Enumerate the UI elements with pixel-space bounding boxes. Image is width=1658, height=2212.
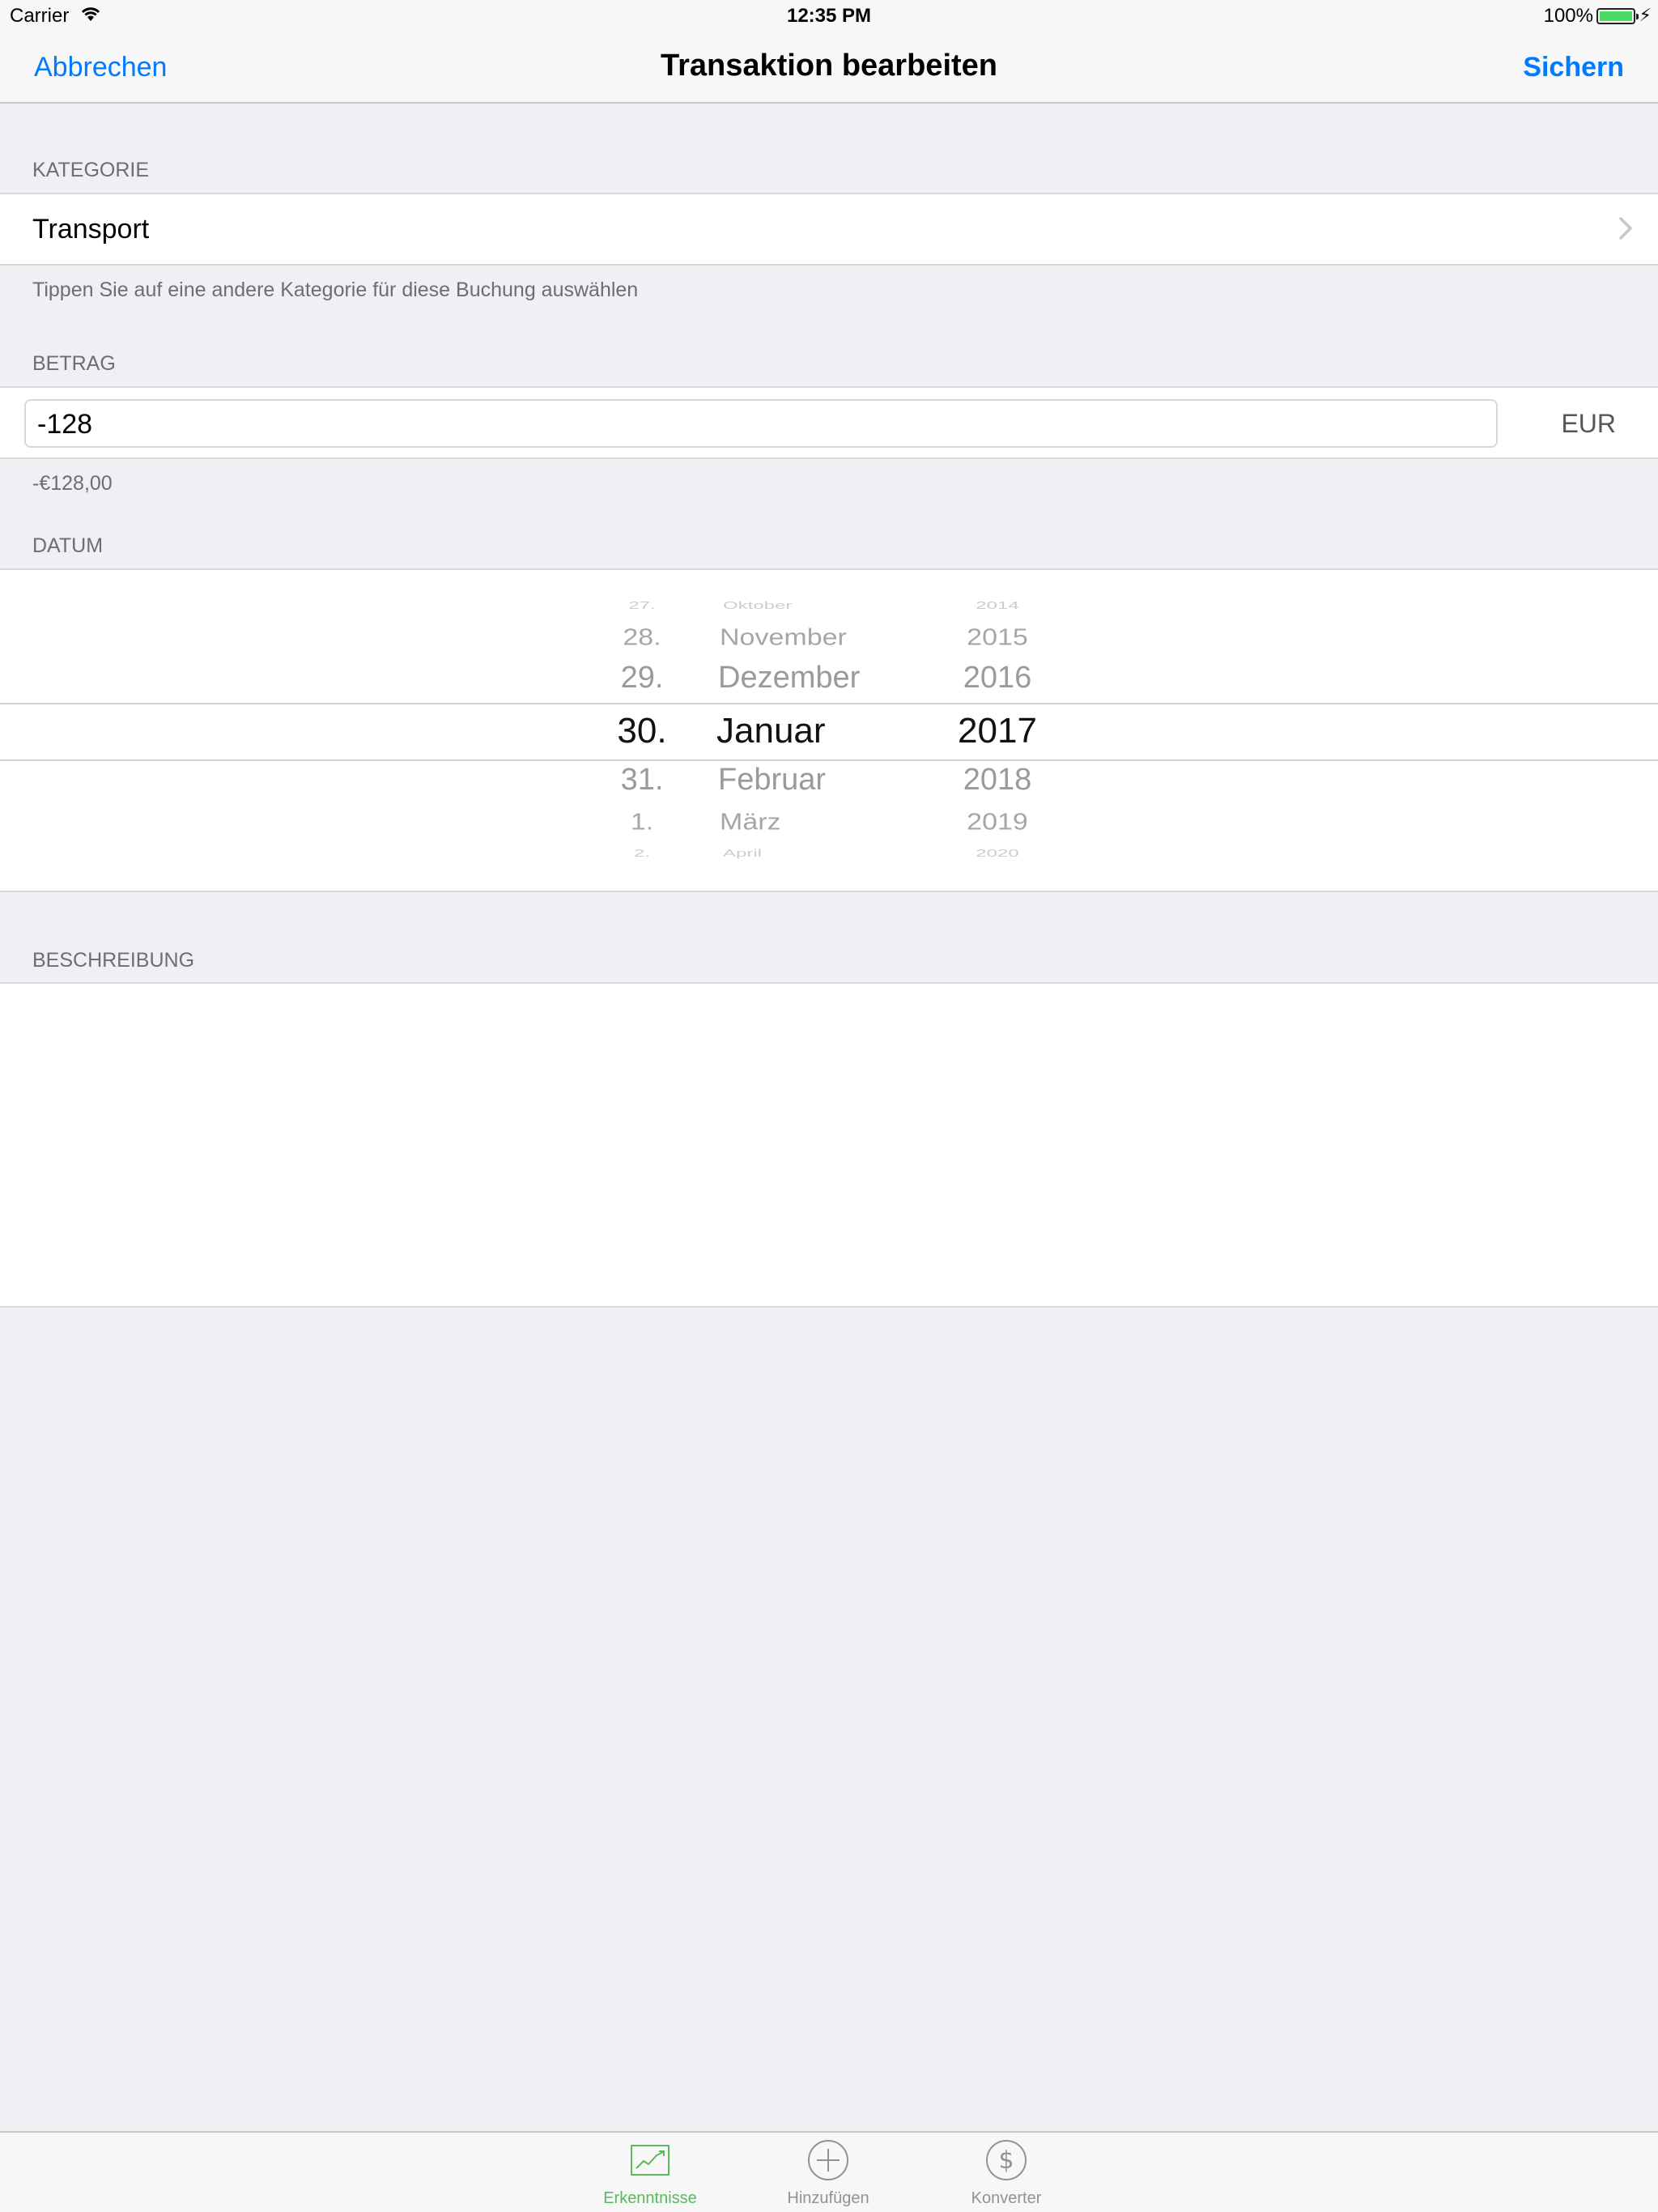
year-option[interactable]: 2016 <box>949 661 1046 696</box>
day-selected[interactable]: 30. <box>606 711 678 751</box>
month-option[interactable]: November <box>720 624 847 651</box>
year-selected[interactable]: 2017 <box>949 711 1046 751</box>
month-option[interactable]: März <box>720 809 781 836</box>
year-option[interactable]: 2014 <box>949 599 1046 611</box>
charging-icon: ⚡ <box>1639 5 1652 25</box>
currency-button[interactable]: EUR <box>1561 409 1616 439</box>
chevron-right-icon <box>1619 217 1632 240</box>
month-option[interactable]: April <box>723 847 762 859</box>
day-option[interactable]: 28. <box>606 624 678 651</box>
description-textarea[interactable] <box>0 982 1658 1308</box>
tab-label: Konverter <box>971 2189 1042 2207</box>
tab-label: Hinzufügen <box>787 2189 869 2207</box>
dollar-circle-icon: $ <box>986 2140 1027 2180</box>
tab-converter[interactable]: $ Konverter <box>925 2133 1087 2212</box>
year-option[interactable]: 2020 <box>949 847 1046 859</box>
year-wheel[interactable]: 2014 2015 2016 2017 2018 2019 2020 <box>949 570 1046 894</box>
month-option[interactable]: Februar <box>718 763 826 798</box>
svg-text:$: $ <box>998 2146 1014 2175</box>
amount-input[interactable]: -128 <box>24 399 1498 448</box>
page-title: Transaktion bearbeiten <box>660 49 997 83</box>
day-option[interactable]: 1. <box>606 809 678 836</box>
date-section-header: DATUM <box>32 534 104 557</box>
day-option[interactable]: 29. <box>606 661 678 696</box>
save-button[interactable]: Sichern <box>1523 52 1624 83</box>
date-picker[interactable]: 27. 28. 29. 30. 31. 1. 2. Oktober Novemb… <box>0 568 1658 892</box>
tab-add[interactable]: Hinzufügen <box>747 2133 909 2212</box>
tab-bar: Erkenntnisse Hinzufügen $ Konverter <box>0 2131 1658 2212</box>
category-hint: Tippen Sie auf eine andere Kategorie für… <box>32 279 639 301</box>
description-section-header: BESCHREIBUNG <box>32 949 195 972</box>
navigation-bar: Abbrechen Transaktion bearbeiten Sichern <box>0 32 1658 104</box>
tab-label: Erkenntnisse <box>603 2189 697 2207</box>
day-option[interactable]: 2. <box>606 847 678 859</box>
category-section-header: KATEGORIE <box>32 159 150 181</box>
status-bar: Carrier 12:35 PM 100% ⚡ <box>0 0 1658 32</box>
day-option[interactable]: 31. <box>606 763 678 798</box>
amount-section-header: BETRAG <box>32 352 116 375</box>
tab-insights[interactable]: Erkenntnisse <box>569 2133 731 2212</box>
category-value: Transport <box>32 214 150 245</box>
year-option[interactable]: 2019 <box>949 809 1046 836</box>
month-wheel[interactable]: Oktober November Dezember Januar Februar… <box>716 570 895 894</box>
chart-icon <box>631 2145 670 2176</box>
year-option[interactable]: 2015 <box>949 624 1046 651</box>
category-cell[interactable]: Transport <box>0 193 1658 266</box>
month-option[interactable]: Dezember <box>718 661 860 696</box>
plus-circle-icon <box>808 2140 848 2180</box>
formatted-amount: -€128,00 <box>32 472 113 495</box>
battery-icon <box>1596 8 1639 24</box>
amount-cell: -128 EUR <box>0 386 1658 459</box>
year-option[interactable]: 2018 <box>949 763 1046 798</box>
status-time: 12:35 PM <box>786 5 872 27</box>
day-option[interactable]: 27. <box>606 599 678 611</box>
month-selected[interactable]: Januar <box>716 711 826 751</box>
month-option[interactable]: Oktober <box>723 599 792 611</box>
battery-percentage: 100% <box>1543 5 1593 27</box>
day-wheel[interactable]: 27. 28. 29. 30. 31. 1. 2. <box>606 570 678 894</box>
